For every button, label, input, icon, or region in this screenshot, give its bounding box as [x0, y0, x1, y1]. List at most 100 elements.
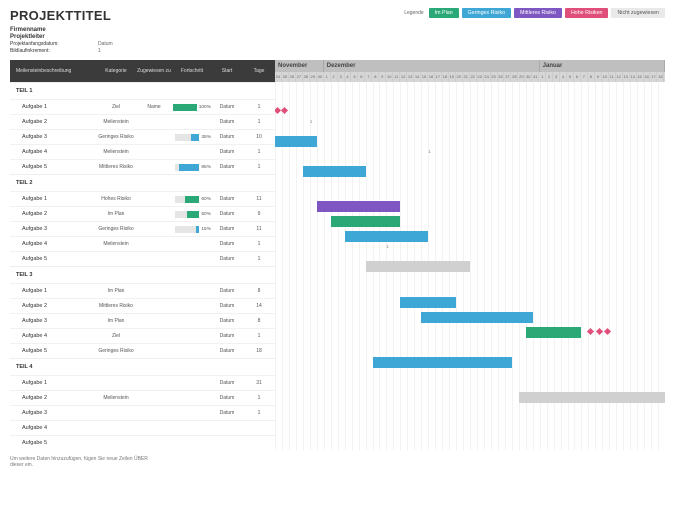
gantt-bar[interactable]: [421, 312, 532, 323]
day-cell: 17: [650, 72, 657, 82]
table-row[interactable]: Aufgabe 2MeilensteinDatum1: [10, 114, 275, 129]
day-cell: 16: [428, 72, 435, 82]
day-cell: 29: [518, 72, 525, 82]
day-cell: 15: [637, 72, 644, 82]
day-row: 2425262728293012345678910111213141516171…: [275, 72, 665, 82]
col-task: Meilensteinbeschreibung: [10, 68, 97, 74]
goal-header: TEIL 4: [10, 358, 275, 375]
col-category: Kategorie: [97, 68, 135, 74]
legend: Legende Im PlanGeringes RisikoMittleres …: [404, 8, 665, 18]
gantt-bar[interactable]: [275, 136, 317, 147]
table-row[interactable]: Aufgabe 5Geringes RisikoDatum18: [10, 343, 275, 358]
gantt-bar[interactable]: [366, 261, 470, 272]
month-cell: November: [275, 60, 324, 72]
day-cell: 30: [317, 72, 324, 82]
table-row[interactable]: Aufgabe 5: [10, 435, 275, 450]
table-row[interactable]: Aufgabe 2Im Plan50%Datum9: [10, 206, 275, 221]
gantt-row: [275, 103, 665, 118]
table-row[interactable]: Aufgabe 5Datum1: [10, 251, 275, 266]
table-row[interactable]: Aufgabe 3Im PlanDatum8: [10, 313, 275, 328]
note-label: 1: [386, 244, 389, 249]
table-row[interactable]: Aufgabe 3Geringes Risiko15%Datum11: [10, 221, 275, 236]
day-cell: 1: [324, 72, 331, 82]
gantt-bar[interactable]: [373, 357, 512, 368]
meta-block: Firmenname Projektleiter Projektanfangsd…: [10, 27, 665, 54]
gantt-row: [275, 389, 665, 404]
table-row[interactable]: Aufgabe 3Datum1: [10, 405, 275, 420]
day-cell: 4: [560, 72, 567, 82]
table-row[interactable]: Aufgabe 1Datum31: [10, 375, 275, 390]
table-row[interactable]: Aufgabe 4MeilensteinDatum1: [10, 236, 275, 251]
day-cell: 6: [358, 72, 365, 82]
gantt-row: [275, 198, 665, 213]
day-cell: 12: [616, 72, 623, 82]
month-cell: Januar: [540, 60, 665, 72]
milestone-icon: [281, 106, 288, 113]
day-cell: 11: [609, 72, 616, 82]
day-cell: 24: [275, 72, 282, 82]
gantt-bar[interactable]: [526, 327, 582, 338]
day-cell: 8: [372, 72, 379, 82]
table-row[interactable]: Aufgabe 4MeilensteinDatum1: [10, 144, 275, 159]
milestone-icon: [587, 327, 594, 334]
table-row[interactable]: Aufgabe 2MeilensteinDatum1: [10, 390, 275, 405]
day-cell: 31: [532, 72, 539, 82]
rule-label: Bildlaufinkrement:: [10, 48, 80, 54]
table-row[interactable]: Aufgabe 3Geringes Risiko35%Datum10: [10, 129, 275, 144]
gantt-row: [275, 294, 665, 309]
gantt-row: [275, 258, 665, 273]
day-cell: 25: [491, 72, 498, 82]
day-cell: 9: [595, 72, 602, 82]
day-cell: 15: [421, 72, 428, 82]
col-assigned: Zugewiesen zu: [135, 68, 173, 74]
gantt-bar[interactable]: [345, 231, 429, 242]
day-cell: 8: [588, 72, 595, 82]
table-row[interactable]: Aufgabe 4: [10, 420, 275, 435]
day-cell: 23: [477, 72, 484, 82]
month-row: NovemberDezemberJanuar: [275, 60, 665, 72]
day-cell: 7: [365, 72, 372, 82]
day-cell: 26: [498, 72, 505, 82]
gantt-bar[interactable]: [400, 297, 456, 308]
day-cell: 30: [525, 72, 532, 82]
table-row[interactable]: Aufgabe 1ZielName100%Datum1: [10, 99, 275, 114]
goal-header: TEIL 3: [10, 266, 275, 283]
col-start: Start: [211, 68, 243, 74]
gantt-row: [275, 228, 665, 243]
day-cell: 10: [386, 72, 393, 82]
milestone-icon: [604, 327, 611, 334]
gantt-row: 1: [275, 118, 665, 133]
day-cell: 17: [435, 72, 442, 82]
startdate-label: Projektanfangsdatum:: [10, 41, 80, 47]
table-row[interactable]: Aufgabe 4ZielDatum1: [10, 328, 275, 343]
day-cell: 29: [310, 72, 317, 82]
goal-header: TEIL 1: [10, 82, 275, 99]
day-cell: 2: [546, 72, 553, 82]
table-row[interactable]: Aufgabe 1Im PlanDatum8: [10, 283, 275, 298]
day-cell: 18: [442, 72, 449, 82]
col-progress: Fortschritt: [173, 68, 211, 74]
task-table: Meilensteinbeschreibung Kategorie Zugewi…: [10, 60, 275, 450]
note-label: 1: [428, 149, 431, 154]
gantt-row: [275, 354, 665, 369]
day-cell: 6: [574, 72, 581, 82]
gantt-row: [275, 419, 665, 434]
gantt-bar[interactable]: [331, 216, 401, 227]
startdate-val: Datum: [98, 41, 113, 47]
legend-chip: Mittleres Risiko: [514, 8, 562, 18]
footer-note: Um weitere Daten hinzuzufügen, fügen Sie…: [10, 456, 160, 468]
gantt-bar[interactable]: [317, 201, 401, 212]
day-cell: 22: [470, 72, 477, 82]
table-row[interactable]: Aufgabe 5Mittleres Risiko85%Datum1: [10, 159, 275, 174]
gantt-bar[interactable]: [519, 392, 665, 403]
legend-label: Legende: [404, 10, 423, 16]
gantt-row: [275, 434, 665, 449]
table-row[interactable]: Aufgabe 1Hohes Risiko60%Datum11: [10, 191, 275, 206]
gantt-chart: NovemberDezemberJanuar 24252627282930123…: [275, 60, 665, 450]
legend-chip: Im Plan: [429, 8, 459, 18]
rule-val: 1: [98, 48, 101, 54]
day-cell: 3: [553, 72, 560, 82]
gantt-bar[interactable]: [303, 166, 366, 177]
table-row[interactable]: Aufgabe 2Mittleres RisikoDatum14: [10, 298, 275, 313]
day-cell: 27: [296, 72, 303, 82]
